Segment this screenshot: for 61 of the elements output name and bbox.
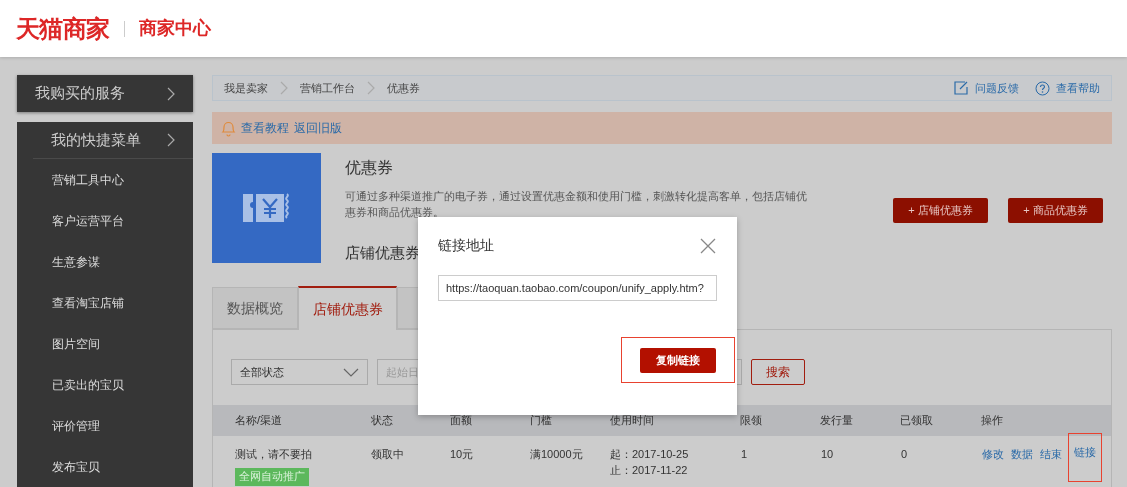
table-cell-text: 0: [901, 447, 909, 462]
sidebar-item[interactable]: 图片空间: [17, 323, 193, 364]
table-cell-text: 满10000元: [530, 447, 584, 462]
action-link[interactable]: 链接: [1069, 434, 1101, 481]
url-field[interactable]: https://taoquan.taobao.com/coupon/unify_apply.htm?: [438, 275, 717, 301]
action-link[interactable]: 数据: [1011, 446, 1033, 463]
column-header: 门槛: [529, 413, 553, 429]
feedback-link[interactable]: 问题反馈: [954, 79, 1019, 97]
brand-logo[interactable]: 天猫商家: [16, 10, 110, 47]
sidebar-item[interactable]: 客户运营平台: [17, 200, 193, 241]
create-coupon-button[interactable]: + 商品优惠券: [1008, 198, 1103, 223]
create-coupon-button[interactable]: + 店铺优惠券: [893, 198, 988, 223]
sidebar-section-header[interactable]: 我购买的服务: [17, 75, 193, 112]
table-cell-text: 起：2017-10-25: [610, 447, 690, 462]
column-header: 操作: [981, 413, 1005, 429]
column-header: 使用时间: [609, 413, 655, 429]
breadcrumb-item[interactable]: 营销工作台: [300, 79, 355, 97]
table-cell-text: 测试，请不要拍: [235, 447, 312, 462]
page-title: 优惠券: [345, 158, 394, 178]
sidebar-item[interactable]: 评价管理: [17, 405, 193, 446]
action-link[interactable]: 结束: [1040, 446, 1062, 463]
help-icon: [1035, 80, 1050, 96]
sidebar-item[interactable]: 生意参谋: [17, 241, 193, 282]
sidebar-item[interactable]: 营销工具中心: [17, 159, 193, 200]
breadcrumb-item[interactable]: 我是卖家: [224, 79, 268, 97]
sidebar-item[interactable]: 发布宝贝: [17, 446, 193, 487]
chevron-right-icon: [367, 81, 375, 95]
breadcrumb-item[interactable]: 优惠券: [387, 79, 420, 97]
help-link[interactable]: 查看帮助: [1035, 79, 1100, 97]
edit-icon: [954, 81, 969, 95]
column-header: 名称/渠道: [235, 413, 284, 429]
channel-tag: 全网自动推广: [235, 467, 309, 486]
column-header: 发行量: [820, 413, 855, 429]
action-link[interactable]: 修改: [982, 446, 1004, 463]
page-description: 可通过多种渠道推广的电子券，通过设置优惠金额和使用门槛，刺激转化提高客单，包括店铺优惠券和商品优惠券。: [345, 189, 808, 220]
sidebar-section-header[interactable]: 我的快捷菜单: [51, 128, 141, 152]
caret-down-icon: [343, 367, 359, 377]
search-button[interactable]: 搜索: [751, 359, 805, 385]
column-header: 面额: [449, 413, 473, 429]
table-cell-text: 领取中: [371, 447, 405, 462]
chevron-right-icon: [167, 86, 175, 101]
status-select[interactable]: 全部状态: [231, 359, 368, 385]
copy-link-button[interactable]: 复制链接: [640, 347, 716, 373]
chevron-right-icon: [167, 133, 175, 147]
table-cell-text: 10: [821, 447, 835, 462]
table-cell-text: 10元: [450, 447, 475, 462]
sidebar-item[interactable]: 已卖出的宝贝: [17, 364, 193, 405]
table-cell-text: 1: [741, 447, 749, 462]
dialog-title: 链接地址: [438, 236, 494, 255]
column-header: 已领取: [900, 413, 935, 429]
tab[interactable]: 数据概览: [212, 287, 298, 329]
column-header: 限领: [740, 413, 764, 429]
table-cell-text: 止：2017-11-22: [610, 463, 689, 478]
section-heading: 店铺优惠券: [345, 243, 420, 263]
column-header: 状态: [370, 413, 394, 429]
sidebar-item[interactable]: 查看淘宝店铺: [17, 282, 193, 323]
chevron-right-icon: [280, 81, 288, 95]
header-subtitle: 商家中心: [138, 17, 211, 40]
close-icon[interactable]: [700, 237, 716, 254]
tab[interactable]: 店铺优惠券: [298, 286, 397, 330]
bell-icon: [221, 119, 236, 137]
